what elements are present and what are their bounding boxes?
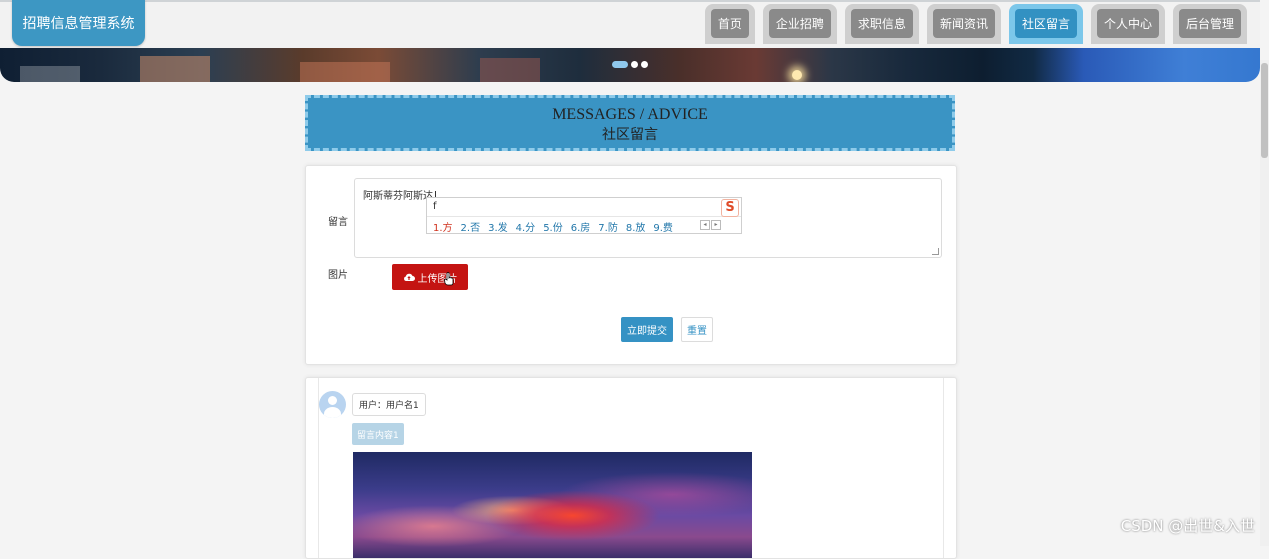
message-image[interactable] [353,452,752,558]
carousel-dots [612,61,648,68]
upload-image-button[interactable]: 上传图片 [392,264,468,290]
carousel-dot[interactable] [631,61,638,68]
sogou-logo-icon: S [721,199,739,217]
nav-home[interactable]: 首页 [704,4,755,44]
carousel-dot[interactable] [641,61,648,68]
app-title: 招聘信息管理系统 [22,16,135,32]
ime-candidate[interactable]: 2.否 [461,219,481,234]
nav-company-jobs[interactable]: 企业招聘 [762,4,837,44]
ime-input: f [433,201,437,212]
ime-candidate[interactable]: 4.分 [516,219,536,234]
message-content: 留言内容1 [352,423,404,445]
message-user: 用户：用户名1 [352,393,426,416]
message-list: 用户：用户名1 留言内容1 [305,377,957,559]
cloud-upload-icon [403,273,415,281]
ime-prev-icon[interactable]: ◂ [700,220,710,230]
ime-candidate[interactable]: 1.方 [433,219,453,234]
banner-carousel [0,48,1260,82]
hand-cursor-icon [444,272,454,286]
nav-admin[interactable]: 后台管理 [1172,4,1247,44]
section-title-cn: 社区留言 [602,128,658,143]
main-nav: 首页 企业招聘 求职信息 新闻资讯 社区留言 个人中心 后台管理 [704,4,1247,44]
nav-community-messages[interactable]: 社区留言 [1008,4,1083,44]
resize-handle[interactable] [932,248,939,255]
ime-candidate[interactable]: 3.发 [488,219,508,234]
ime-candidate[interactable]: 7.防 [598,219,618,234]
image-label: 图片 [328,270,348,281]
ime-candidate[interactable]: 9.费 [653,219,673,234]
scrollbar-thumb[interactable] [1261,63,1268,158]
ime-candidates: 1.方 2.否 3.发 4.分 5.份 6.房 7.防 8.放 9.费 [427,217,741,236]
message-text: 阿斯蒂芬阿斯达 [363,191,433,202]
section-title-en: MESSAGES / ADVICE [552,106,708,123]
avatar [319,391,346,418]
nav-news[interactable]: 新闻资讯 [926,4,1001,44]
nav-personal-center[interactable]: 个人中心 [1090,4,1165,44]
nav-job-seeking[interactable]: 求职信息 [844,4,919,44]
ime-candidate[interactable]: 5.份 [543,219,563,234]
app-logo[interactable]: 招聘信息管理系统 [12,0,145,46]
ime-candidate[interactable]: 8.放 [626,219,646,234]
submit-button[interactable]: 立即提交 [621,317,673,342]
section-title: MESSAGES / ADVICE 社区留言 [305,95,955,151]
reset-button[interactable]: 重置 [681,317,713,342]
ime-candidate[interactable]: 6.房 [571,219,591,234]
watermark: CSDN @出世&入世 [1120,517,1255,535]
ime-candidate-window: f S 1.方 2.否 3.发 4.分 5.份 6.房 7.防 8.放 9.费 … [426,197,742,234]
ime-next-icon[interactable]: ▸ [711,220,721,230]
message-form: 留言 阿斯蒂芬阿斯达 f S 1.方 2.否 3.发 4.分 5.份 6.房 7… [305,165,957,365]
carousel-dot[interactable] [612,61,628,68]
message-label: 留言 [328,217,348,228]
